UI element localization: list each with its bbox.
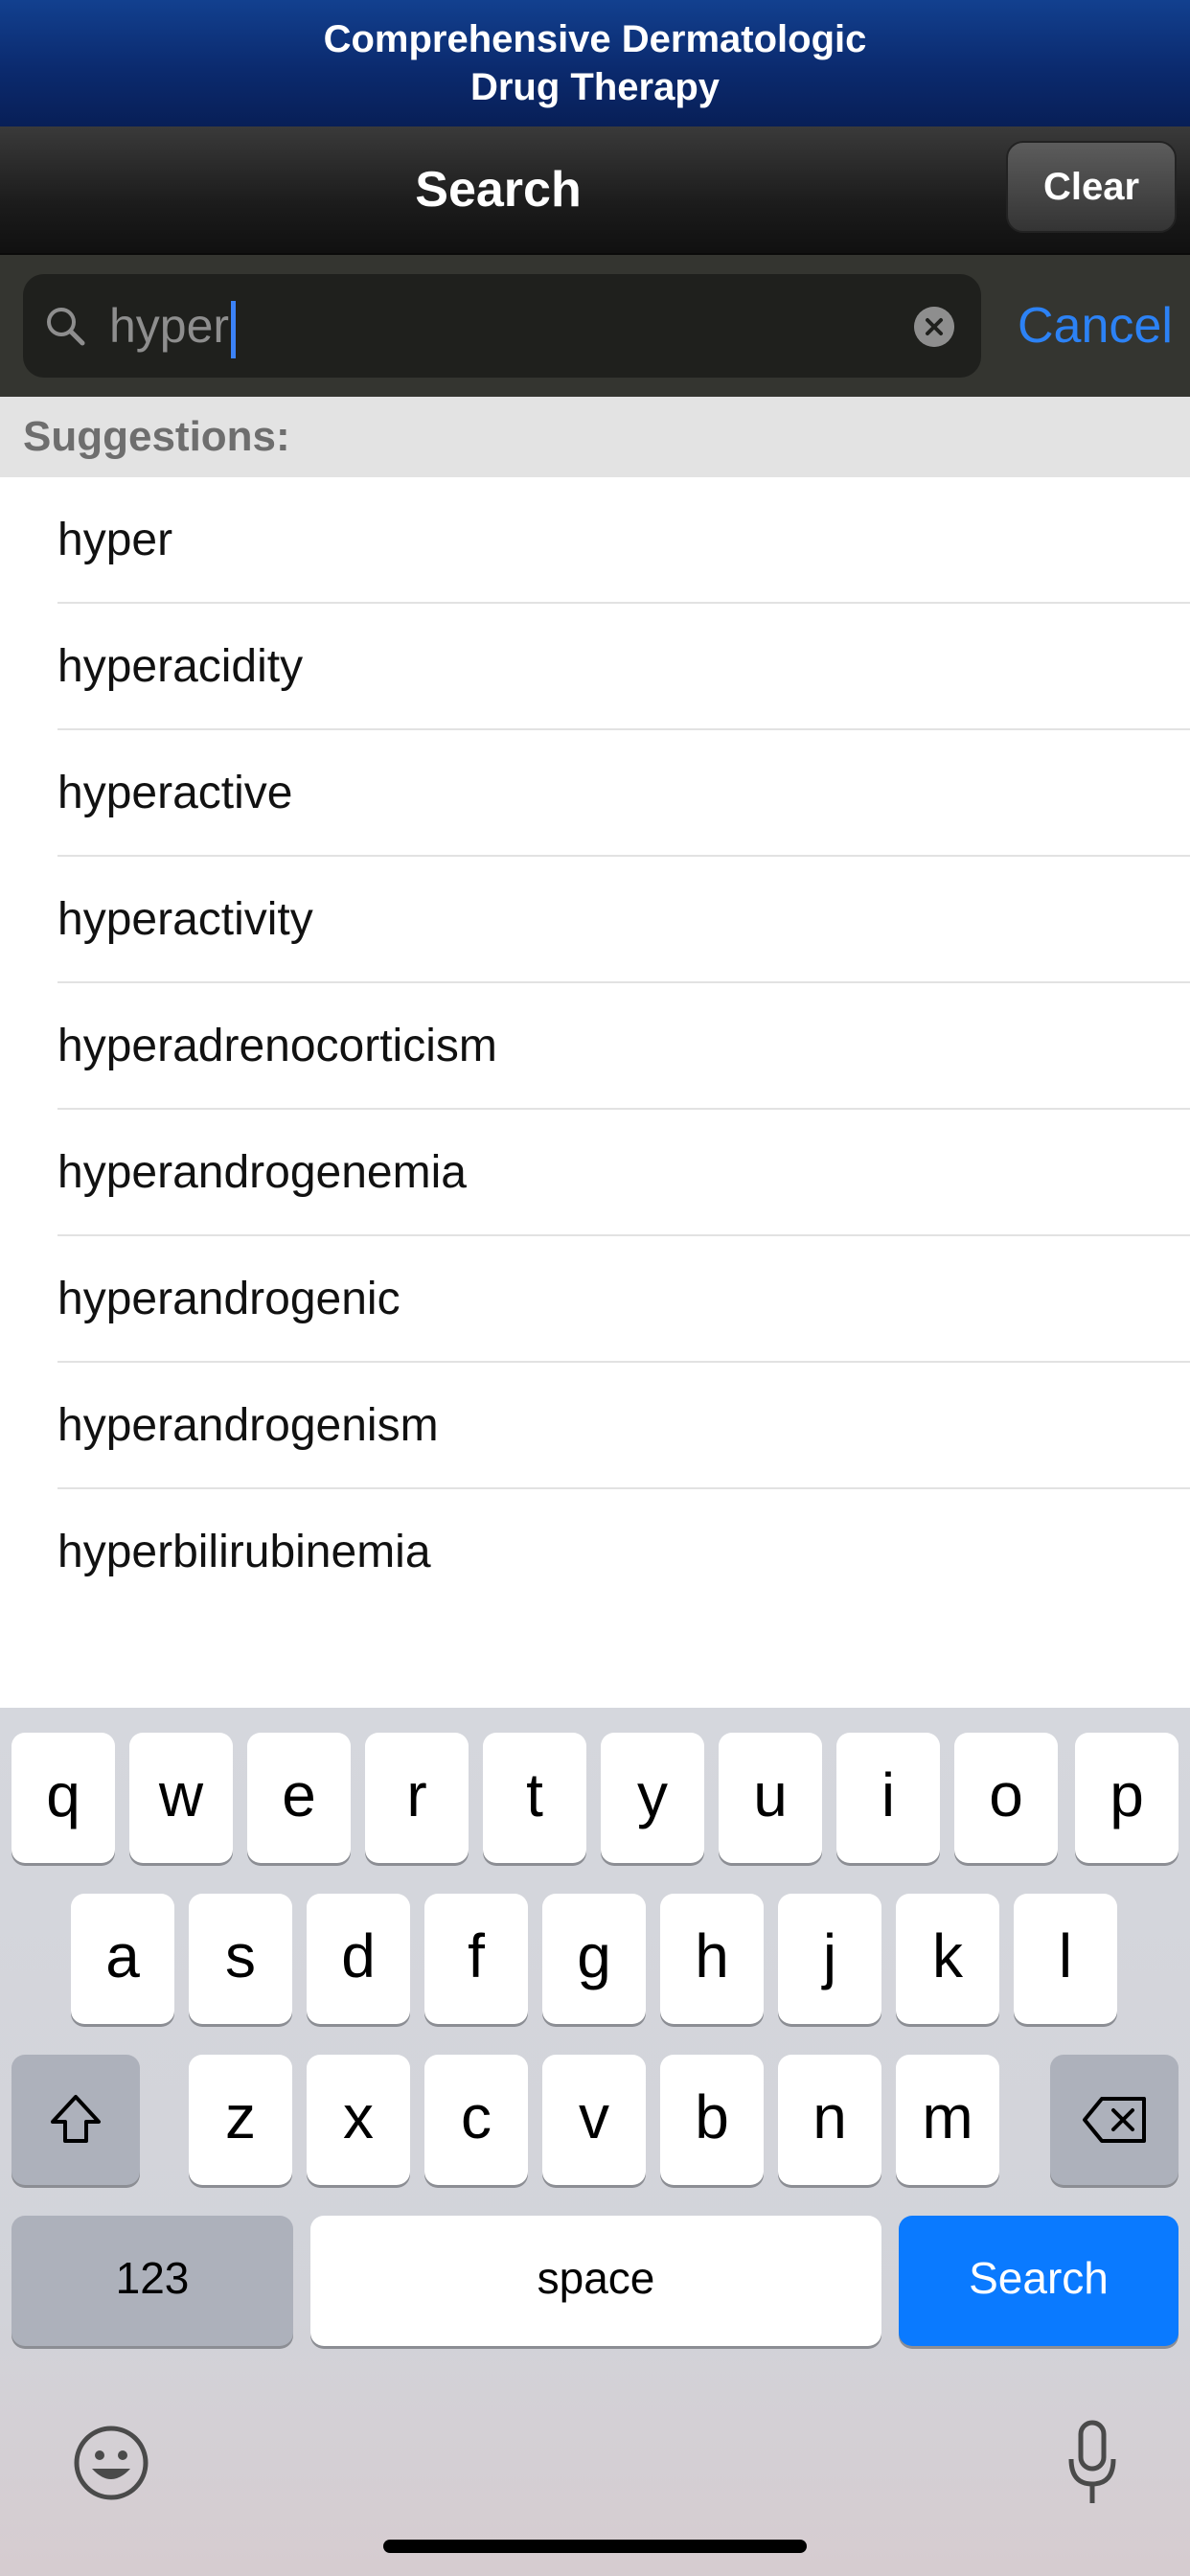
key-b[interactable]: b: [660, 2055, 764, 2185]
text-caret: [231, 300, 237, 358]
navigation-bar: Search Clear: [0, 126, 1190, 255]
key-p[interactable]: p: [1075, 1733, 1179, 1863]
key-t[interactable]: t: [483, 1733, 586, 1863]
backspace-icon: [1083, 2097, 1146, 2143]
list-item[interactable]: hyperandrogenic: [0, 1236, 1190, 1363]
numbers-key[interactable]: 123: [11, 2216, 293, 2346]
list-item-label: hyper: [57, 515, 173, 565]
search-input-value: hyper: [109, 299, 230, 353]
key-n[interactable]: n: [778, 2055, 881, 2185]
key-z[interactable]: z: [189, 2055, 292, 2185]
suggestions-header-label: Suggestions:: [23, 413, 290, 460]
emoji-icon[interactable]: [71, 2423, 151, 2503]
list-item-label: hyperbilirubinemia: [57, 1527, 431, 1577]
list-item[interactable]: hyperacidity: [0, 604, 1190, 730]
key-y[interactable]: y: [601, 1733, 704, 1863]
list-item-label: hyperandrogenic: [57, 1274, 400, 1324]
key-j[interactable]: j: [778, 1894, 881, 2024]
key-h[interactable]: h: [660, 1894, 764, 2024]
list-item-label: hyperacidity: [57, 641, 304, 692]
key-o[interactable]: o: [954, 1733, 1058, 1863]
key-r[interactable]: r: [365, 1733, 469, 1863]
page-title: Search: [415, 162, 582, 218]
clear-button[interactable]: Clear: [1006, 141, 1177, 233]
home-indicator[interactable]: [383, 2540, 807, 2553]
keyboard: q w e r t y u i o p a s d f g h j k l z …: [0, 1708, 1190, 2576]
suggestions-header: Suggestions:: [0, 397, 1190, 477]
cancel-button[interactable]: Cancel: [1018, 255, 1173, 397]
key-k[interactable]: k: [896, 1894, 999, 2024]
search-bar: hyper Cancel: [0, 255, 1190, 397]
key-f[interactable]: f: [424, 1894, 528, 2024]
search-input[interactable]: hyper: [109, 274, 237, 378]
key-a[interactable]: a: [71, 1894, 174, 2024]
list-item-label: hyperactivity: [57, 894, 313, 945]
clear-text-icon[interactable]: [914, 307, 954, 347]
app-title-line1: Comprehensive Dermatologic: [323, 18, 867, 60]
list-item[interactable]: hyperbilirubinemia: [0, 1489, 1190, 1616]
list-item[interactable]: hyperandrogenemia: [0, 1110, 1190, 1236]
list-item[interactable]: hyperactive: [0, 730, 1190, 857]
list-item-label: hyperactive: [57, 768, 293, 818]
key-d[interactable]: d: [307, 1894, 410, 2024]
suggestions-list: hyper hyperacidity hyperactive hyperacti…: [0, 477, 1190, 1616]
app-title-line2: Drug Therapy: [469, 66, 721, 108]
search-field[interactable]: hyper: [23, 274, 981, 378]
search-key[interactable]: Search: [899, 2216, 1179, 2346]
space-key[interactable]: space: [310, 2216, 881, 2346]
key-s[interactable]: s: [189, 1894, 292, 2024]
shift-icon: [51, 2095, 101, 2143]
key-x[interactable]: x: [307, 2055, 410, 2185]
key-g[interactable]: g: [542, 1894, 646, 2024]
search-icon: [47, 308, 85, 346]
list-item[interactable]: hyperactivity: [0, 857, 1190, 983]
microphone-icon[interactable]: [1065, 2417, 1119, 2513]
key-l[interactable]: l: [1014, 1894, 1117, 2024]
key-i[interactable]: i: [836, 1733, 940, 1863]
key-c[interactable]: c: [424, 2055, 528, 2185]
key-q[interactable]: q: [11, 1733, 115, 1863]
app-title-bar: Comprehensive Dermatologic Drug Therapy: [0, 0, 1190, 126]
key-v[interactable]: v: [542, 2055, 646, 2185]
list-item[interactable]: hyperandrogenism: [0, 1363, 1190, 1489]
backspace-key[interactable]: [1050, 2055, 1179, 2185]
list-item-label: hyperadrenocorticism: [57, 1021, 497, 1071]
shift-key[interactable]: [11, 2055, 140, 2185]
list-item[interactable]: hyper: [0, 477, 1190, 604]
list-item[interactable]: hyperadrenocorticism: [0, 983, 1190, 1110]
list-item-label: hyperandrogenism: [57, 1400, 439, 1451]
key-m[interactable]: m: [896, 2055, 999, 2185]
key-u[interactable]: u: [719, 1733, 822, 1863]
key-w[interactable]: w: [129, 1733, 233, 1863]
list-item-label: hyperandrogenemia: [57, 1147, 467, 1198]
key-e[interactable]: e: [247, 1733, 351, 1863]
